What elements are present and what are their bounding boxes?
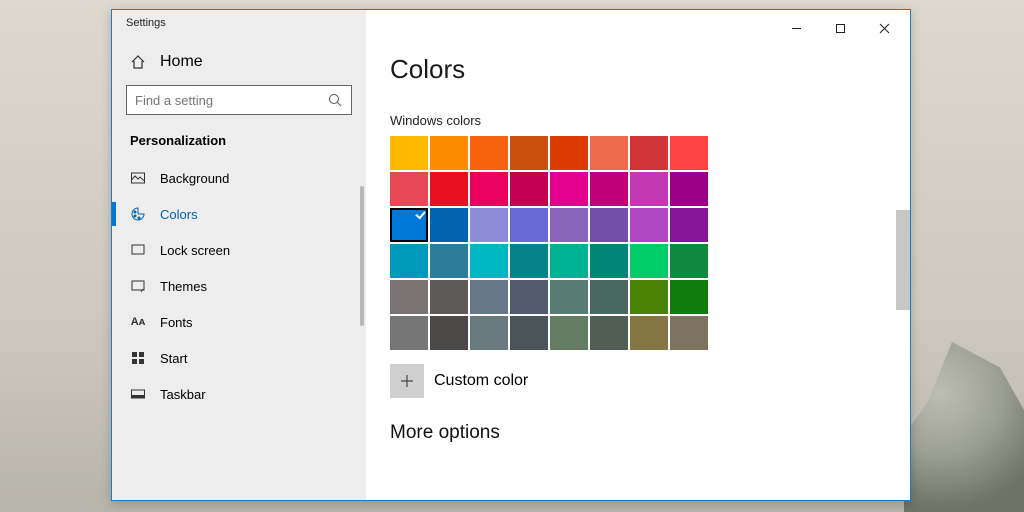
color-swatch[interactable] xyxy=(470,316,508,350)
color-swatch[interactable] xyxy=(590,208,628,242)
color-swatch[interactable] xyxy=(510,244,548,278)
home-label: Home xyxy=(160,53,203,71)
nav-item-colors[interactable]: Colors xyxy=(126,196,352,232)
color-swatch[interactable] xyxy=(390,136,428,170)
nav-item-fonts[interactable]: Aᴀ Fonts xyxy=(126,304,352,340)
window-title: Settings xyxy=(112,10,366,29)
color-swatch[interactable] xyxy=(590,244,628,278)
search-box[interactable] xyxy=(126,85,352,115)
sidebar-scrollbar[interactable] xyxy=(360,186,364,326)
color-swatch[interactable] xyxy=(550,316,588,350)
main-panel: Colors Windows colors Custom color More … xyxy=(366,10,910,500)
color-swatch[interactable] xyxy=(510,316,548,350)
color-swatch[interactable] xyxy=(550,244,588,278)
color-swatch[interactable] xyxy=(630,316,668,350)
home-link[interactable]: Home xyxy=(126,45,352,85)
color-swatch[interactable] xyxy=(430,244,468,278)
nav-label: Colors xyxy=(160,207,198,222)
color-swatch[interactable] xyxy=(470,136,508,170)
color-swatch[interactable] xyxy=(470,280,508,314)
fonts-icon: Aᴀ xyxy=(130,314,146,330)
nav-item-background[interactable]: Background xyxy=(126,160,352,196)
color-swatch[interactable] xyxy=(390,244,428,278)
section-title: Personalization xyxy=(126,115,352,156)
color-swatch[interactable] xyxy=(670,244,708,278)
maximize-button[interactable] xyxy=(818,14,862,42)
color-swatch[interactable] xyxy=(590,280,628,314)
taskbar-icon xyxy=(130,386,146,402)
color-swatch[interactable] xyxy=(470,208,508,242)
color-swatch[interactable] xyxy=(470,244,508,278)
color-swatch[interactable] xyxy=(630,172,668,206)
color-swatch[interactable] xyxy=(630,280,668,314)
color-swatch[interactable] xyxy=(550,136,588,170)
nav-label: Taskbar xyxy=(160,387,206,402)
nav-label: Themes xyxy=(160,279,207,294)
color-swatch[interactable] xyxy=(670,316,708,350)
start-icon xyxy=(130,350,146,366)
color-grid xyxy=(390,136,886,350)
color-swatch[interactable] xyxy=(630,208,668,242)
nav-label: Fonts xyxy=(160,315,193,330)
color-swatch[interactable] xyxy=(670,136,708,170)
themes-icon xyxy=(130,278,146,294)
color-swatch[interactable] xyxy=(430,172,468,206)
color-swatch[interactable] xyxy=(550,280,588,314)
nav-item-lock-screen[interactable]: Lock screen xyxy=(126,232,352,268)
nav-item-themes[interactable]: Themes xyxy=(126,268,352,304)
color-swatch[interactable] xyxy=(630,136,668,170)
color-swatch[interactable] xyxy=(670,280,708,314)
swatch-label: Windows colors xyxy=(390,113,886,128)
color-swatch[interactable] xyxy=(510,208,548,242)
color-swatch[interactable] xyxy=(430,208,468,242)
color-swatch[interactable] xyxy=(670,172,708,206)
sidebar: Settings Home Personalization xyxy=(112,10,366,500)
minimize-button[interactable] xyxy=(774,14,818,42)
color-swatch[interactable] xyxy=(390,208,428,242)
color-swatch[interactable] xyxy=(630,244,668,278)
settings-window: Settings Home Personalization xyxy=(111,9,911,501)
color-swatch[interactable] xyxy=(430,136,468,170)
color-swatch[interactable] xyxy=(550,208,588,242)
color-swatch[interactable] xyxy=(590,136,628,170)
color-swatch[interactable] xyxy=(390,280,428,314)
add-custom-color-button[interactable] xyxy=(390,364,424,398)
color-swatch[interactable] xyxy=(590,316,628,350)
nav-label: Lock screen xyxy=(160,243,230,258)
titlebar-buttons xyxy=(774,14,906,42)
color-swatch[interactable] xyxy=(670,208,708,242)
more-options-heading: More options xyxy=(390,422,886,444)
color-swatch[interactable] xyxy=(550,172,588,206)
nav-list: Background Colors Lock screen xyxy=(126,160,352,412)
color-swatch[interactable] xyxy=(390,316,428,350)
color-swatch[interactable] xyxy=(430,316,468,350)
custom-color-label: Custom color xyxy=(434,372,528,390)
nav-item-start[interactable]: Start xyxy=(126,340,352,376)
color-swatch[interactable] xyxy=(590,172,628,206)
color-swatch[interactable] xyxy=(510,136,548,170)
home-icon xyxy=(130,54,146,70)
nav-label: Start xyxy=(160,351,187,366)
search-input[interactable] xyxy=(135,93,327,108)
colors-icon xyxy=(130,206,146,222)
nav-item-taskbar[interactable]: Taskbar xyxy=(126,376,352,412)
custom-color-row[interactable]: Custom color xyxy=(390,364,886,398)
background-icon xyxy=(130,170,146,186)
lockscreen-icon xyxy=(130,242,146,258)
nav-label: Background xyxy=(160,171,229,186)
color-swatch[interactable] xyxy=(510,172,548,206)
color-swatch[interactable] xyxy=(430,280,468,314)
color-swatch[interactable] xyxy=(470,172,508,206)
search-icon xyxy=(327,92,343,108)
color-swatch[interactable] xyxy=(510,280,548,314)
color-swatch[interactable] xyxy=(390,172,428,206)
main-scrollbar[interactable] xyxy=(896,210,910,310)
